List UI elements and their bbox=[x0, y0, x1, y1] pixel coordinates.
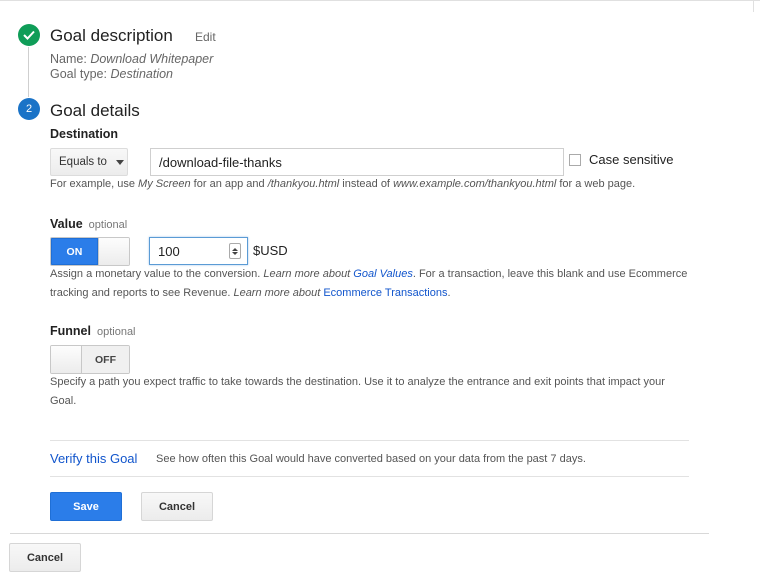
help-text: instead of bbox=[339, 178, 394, 190]
verify-goal-link[interactable]: Verify this Goal bbox=[50, 451, 137, 466]
goal-type-value: Destination bbox=[110, 67, 174, 81]
value-optional-label: optional bbox=[88, 219, 128, 231]
help-example: /thankyou.html bbox=[267, 178, 340, 190]
funnel-toggle-off-label: OFF bbox=[82, 346, 129, 373]
help-text: Learn more about bbox=[263, 268, 354, 280]
match-type-dropdown[interactable]: Equals to bbox=[50, 148, 128, 176]
destination-help-text: For example, use My Screen for an app an… bbox=[50, 175, 635, 194]
step-complete-icon bbox=[18, 24, 40, 46]
destination-input[interactable] bbox=[150, 148, 564, 176]
value-toggle[interactable]: ON bbox=[50, 237, 130, 266]
step-connector bbox=[28, 47, 29, 97]
step-number-badge: 2 bbox=[18, 98, 40, 120]
value-toggle-on-label: ON bbox=[51, 238, 98, 265]
footer-divider bbox=[10, 533, 709, 534]
help-text: for a web page. bbox=[556, 178, 636, 190]
goal-type-row: Goal type: Destination bbox=[50, 67, 173, 81]
save-button[interactable]: Save bbox=[50, 492, 122, 521]
help-text: for an app and bbox=[190, 178, 268, 190]
goal-name-row: Name: Download Whitepaper bbox=[50, 52, 213, 66]
case-sensitive-label: Case sensitive bbox=[589, 152, 674, 167]
currency-label: $USD bbox=[253, 243, 288, 258]
funnel-optional-label: optional bbox=[96, 326, 136, 338]
top-border bbox=[0, 0, 760, 1]
goal-description-title: Goal description bbox=[50, 26, 173, 45]
goal-values-link[interactable]: Goal Values bbox=[353, 268, 413, 280]
value-toggle-knob bbox=[97, 238, 129, 265]
funnel-label: Funnel bbox=[50, 324, 91, 338]
help-text: . bbox=[447, 287, 451, 299]
goal-name-label: Name: bbox=[50, 52, 87, 66]
spinner-down-icon bbox=[232, 251, 238, 255]
value-label-row: Value optional bbox=[50, 217, 127, 231]
help-example: www.example.com/thankyou.html bbox=[393, 178, 557, 190]
cancel-button[interactable]: Cancel bbox=[141, 492, 213, 521]
verify-description: See how often this Goal would have conve… bbox=[156, 453, 586, 465]
spinner-up-icon bbox=[232, 247, 238, 251]
checkmark-icon bbox=[23, 30, 35, 40]
value-amount-input[interactable]: 100 bbox=[149, 237, 248, 265]
right-border bbox=[753, 0, 754, 12]
goal-name-value: Download Whitepaper bbox=[90, 52, 214, 66]
destination-label: Destination bbox=[50, 127, 119, 141]
funnel-toggle-knob bbox=[51, 346, 82, 373]
value-amount: 100 bbox=[158, 243, 180, 259]
match-type-value: Equals to bbox=[59, 156, 107, 168]
help-example: My Screen bbox=[138, 178, 191, 190]
ecommerce-transactions-link[interactable]: Ecommerce Transactions bbox=[323, 287, 447, 299]
help-text: For example, use bbox=[50, 178, 139, 190]
divider bbox=[50, 440, 689, 441]
edit-link[interactable]: Edit bbox=[195, 30, 216, 44]
help-text: Assign a monetary value to the conversio… bbox=[50, 268, 264, 280]
funnel-help-text: Specify a path you expect traffic to tak… bbox=[50, 376, 665, 407]
case-sensitive-checkbox[interactable] bbox=[569, 154, 581, 166]
help-text: Learn more about bbox=[233, 287, 324, 299]
spinner-icon[interactable] bbox=[229, 243, 241, 259]
goal-type-label: Goal type: bbox=[50, 67, 107, 81]
funnel-label-row: Funnel optional bbox=[50, 324, 136, 338]
value-label: Value bbox=[50, 217, 83, 231]
footer-cancel-button[interactable]: Cancel bbox=[9, 543, 81, 572]
divider bbox=[50, 476, 689, 477]
caret-down-icon bbox=[115, 159, 124, 165]
value-help-text: Assign a monetary value to the conversio… bbox=[50, 265, 700, 303]
funnel-toggle[interactable]: OFF bbox=[50, 345, 130, 374]
goal-details-title: Goal details bbox=[50, 101, 140, 120]
